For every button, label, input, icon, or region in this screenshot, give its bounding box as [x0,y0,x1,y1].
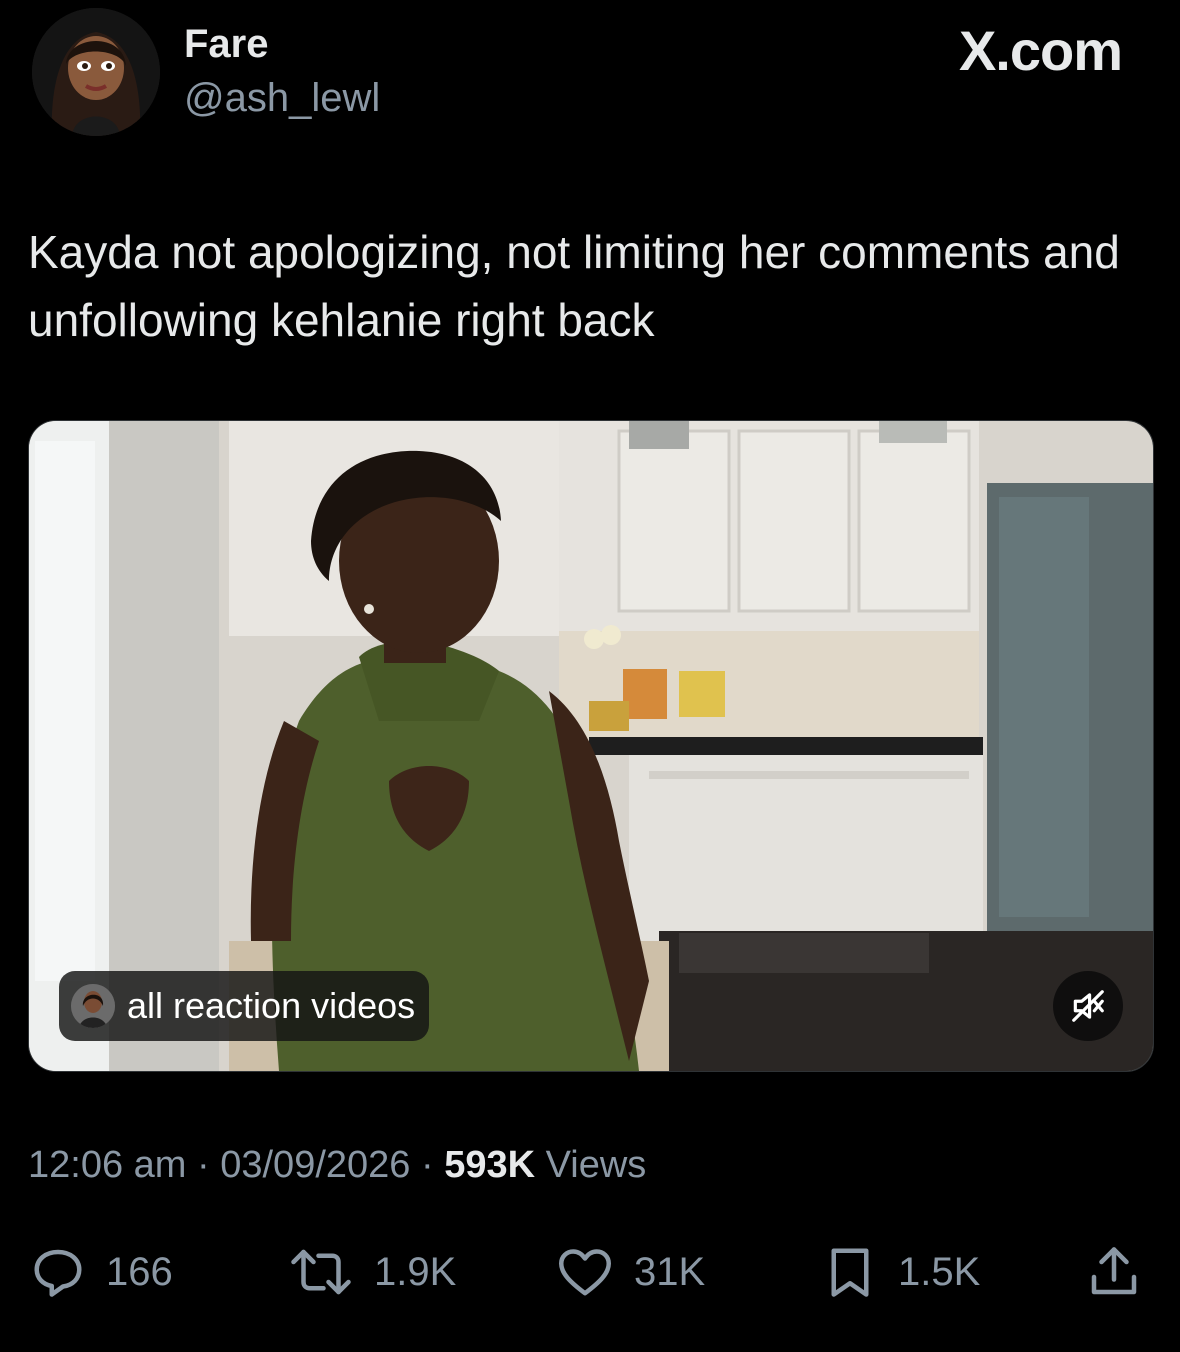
action-bar: 166 1.9K 31K 1.5K [0,1232,1180,1312]
reply-count: 166 [106,1249,173,1294]
avatar[interactable] [32,8,160,136]
display-name[interactable]: Fare [184,22,269,67]
like-button[interactable]: 31K [554,1232,705,1312]
reaction-videos-badge[interactable]: all reaction videos [59,971,430,1041]
tweet-date: 03/09/2026 [220,1144,411,1186]
bookmark-button[interactable]: 1.5K [820,1232,980,1312]
user-handle[interactable]: @ash_lewl [184,76,380,121]
views-count: 593K [444,1144,536,1186]
reply-icon [34,1249,82,1297]
tweet-meta: 12:06 am · 03/09/2026 · 593K Views [28,1144,646,1187]
views-label: Views [545,1144,647,1186]
like-count: 31K [634,1249,706,1294]
badge-label: all reaction videos [127,985,416,1026]
meta-separator: · [420,1144,434,1186]
badge-avatar [71,984,115,1028]
reply-button[interactable]: 166 [28,1232,173,1312]
share-icon [1091,1247,1137,1295]
meta-separator: · [197,1144,210,1186]
share-button[interactable] [1084,1232,1144,1312]
brand-logo: X.com [958,19,1123,82]
heart-icon [559,1249,611,1296]
bookmark-icon [831,1248,869,1297]
tweet-text: Kayda not apologizing, not limiting her … [28,226,1120,346]
video-player[interactable]: all reaction videos [28,420,1154,1072]
bookmark-count: 1.5K [898,1249,981,1294]
volume-muted-icon[interactable] [1053,971,1123,1041]
repost-count: 1.9K [374,1249,457,1294]
repost-button[interactable]: 1.9K [286,1232,456,1312]
repost-icon [291,1249,351,1295]
tweet-time: 12:06 am [28,1144,187,1186]
